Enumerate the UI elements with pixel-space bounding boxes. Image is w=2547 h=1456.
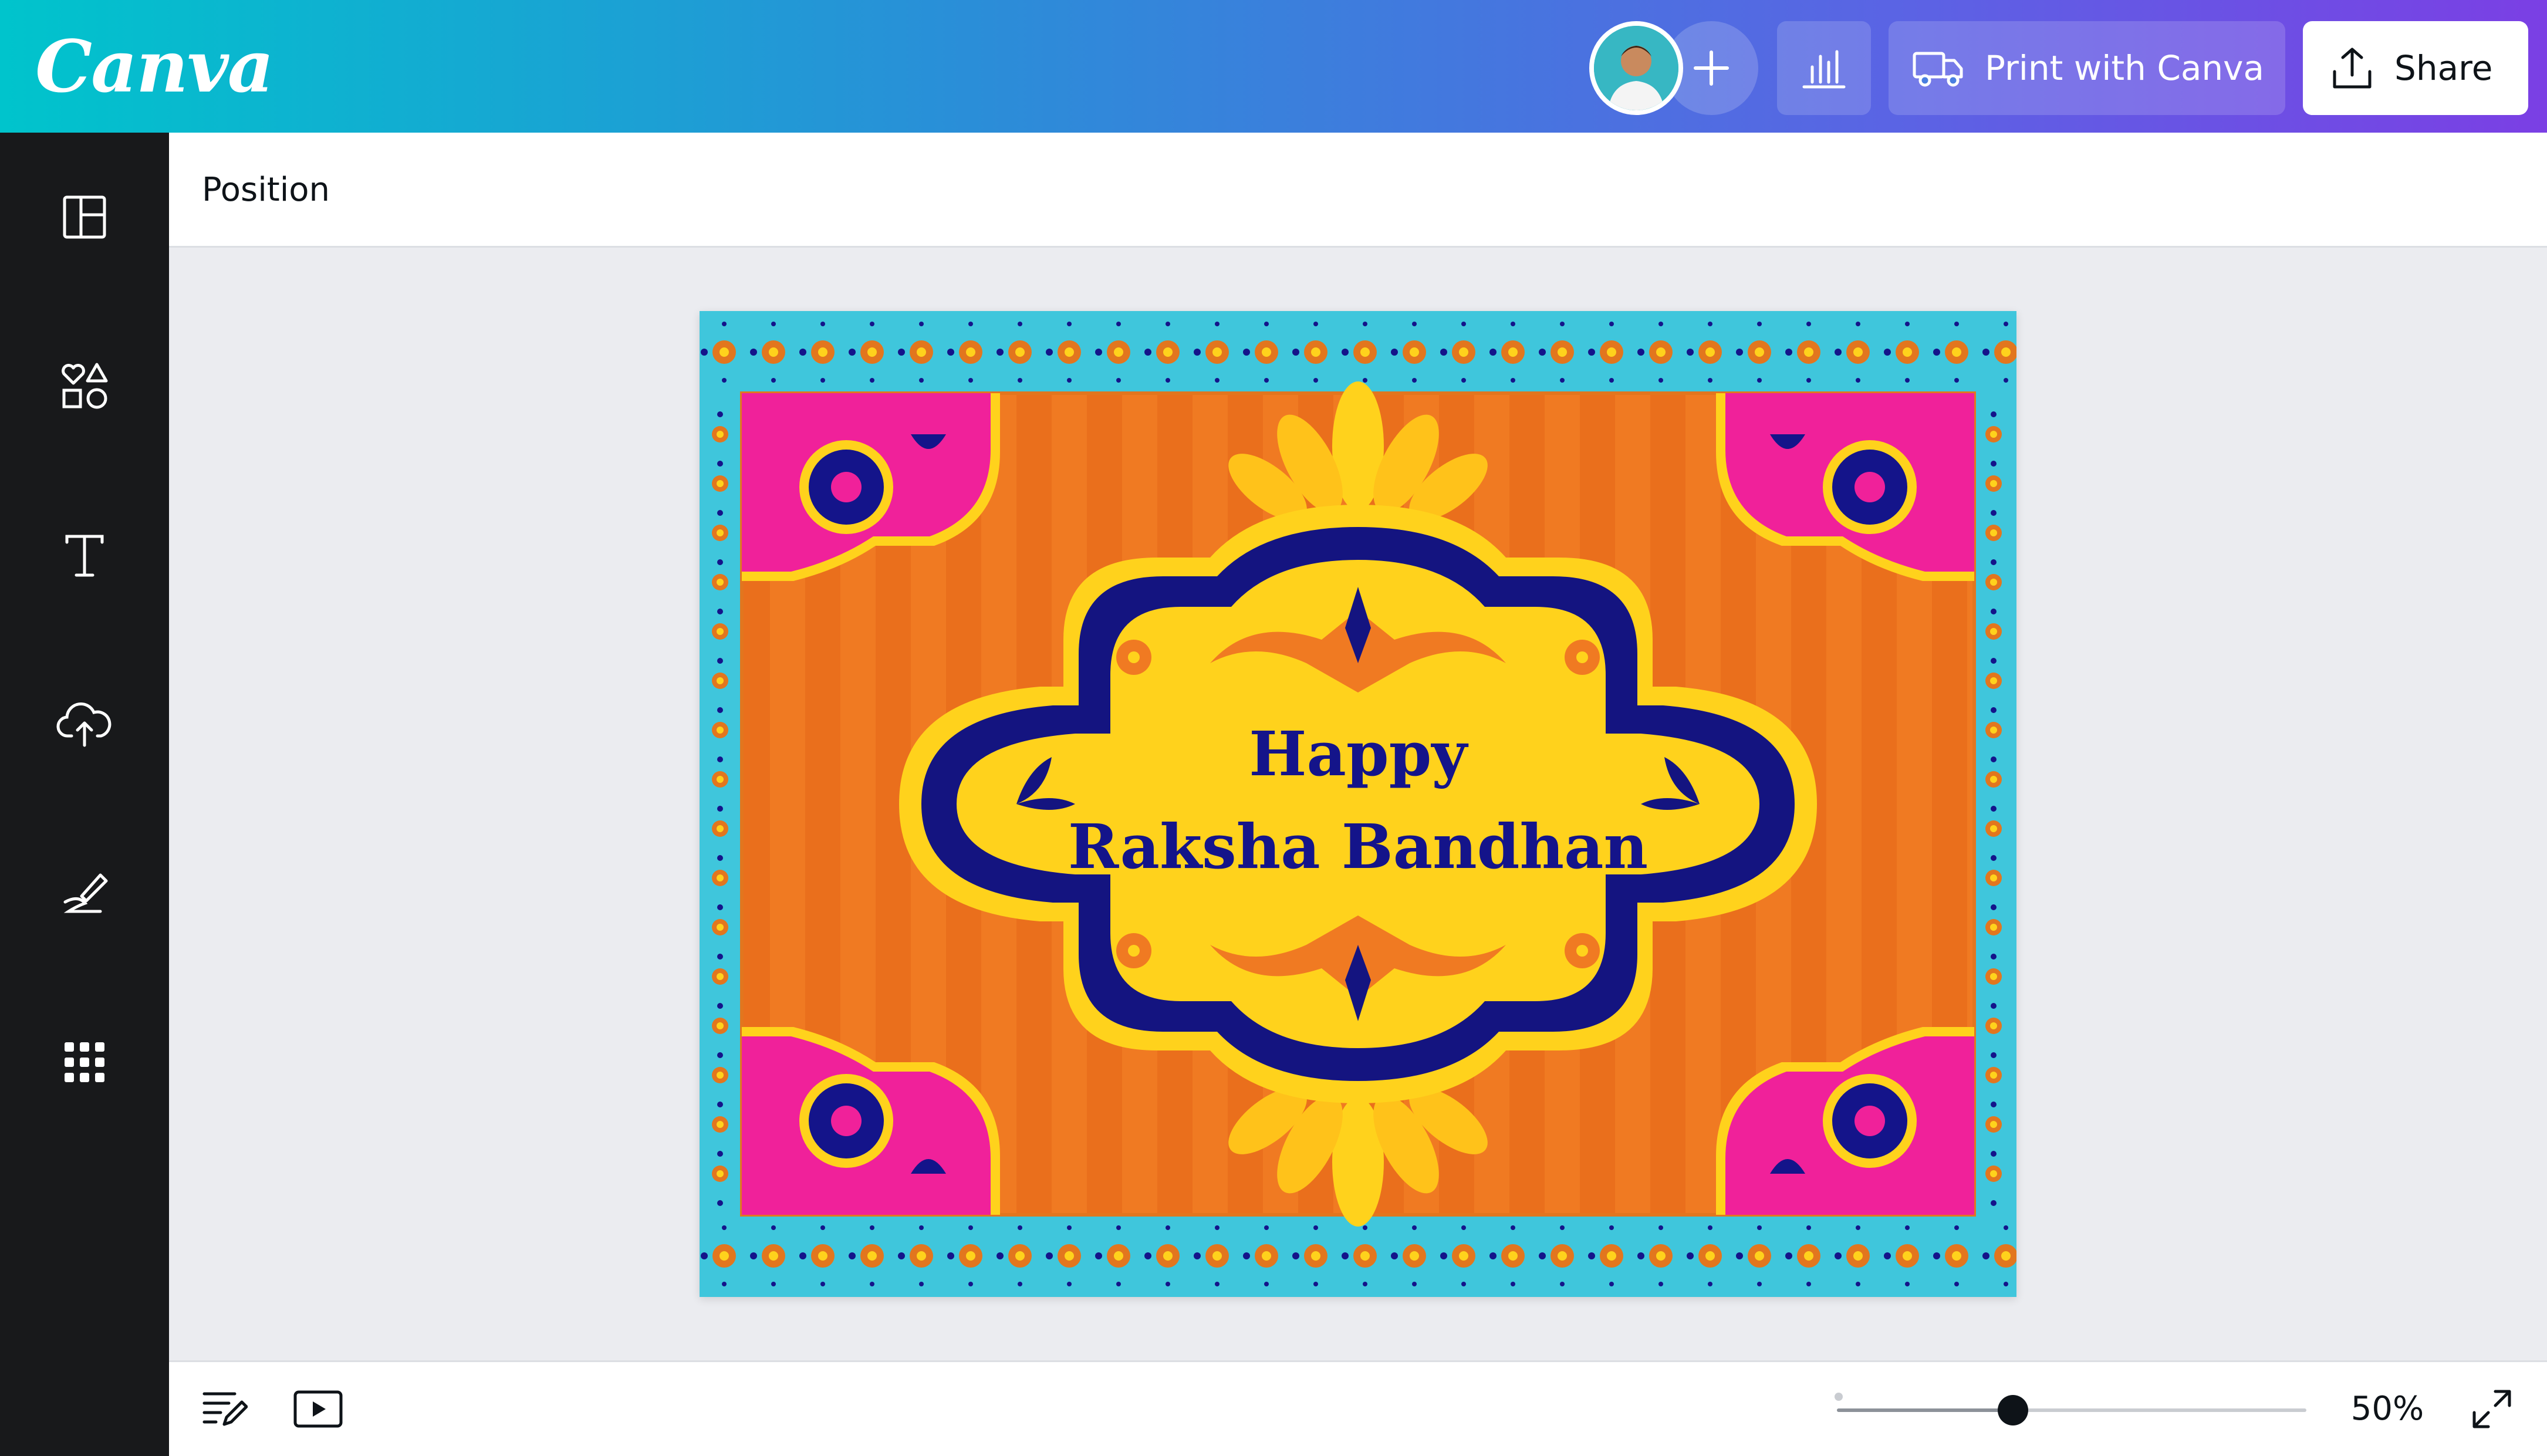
play-icon [293, 1390, 343, 1428]
sidebar-item-design[interactable] [38, 170, 131, 264]
card-heading-line2[interactable]: Raksha Bandhan [700, 809, 2016, 885]
context-toolbar: Position [169, 133, 2547, 248]
side-rail [0, 133, 169, 1456]
zoom-slider-handle[interactable] [1998, 1395, 2028, 1425]
design-page[interactable]: Happy Raksha Bandhan [700, 311, 2016, 1297]
top-bar: Canva Print with Canva Share [0, 0, 2547, 133]
sidebar-item-uploads[interactable] [38, 677, 131, 771]
truck-icon [1913, 52, 1963, 87]
user-avatar[interactable] [1589, 21, 1683, 115]
notes-icon [202, 1392, 248, 1426]
present-button[interactable] [289, 1380, 347, 1438]
position-button[interactable]: Position [192, 161, 339, 219]
bottom-bar: 50% [169, 1360, 2547, 1456]
notes-button[interactable] [195, 1380, 254, 1438]
canva-logo[interactable]: Canva [35, 18, 274, 115]
sidebar-item-text[interactable] [38, 508, 131, 602]
cloud-upload-icon [56, 702, 112, 747]
print-label: Print with Canva [1985, 48, 2265, 88]
bar-chart-icon [1802, 50, 1846, 89]
zoom-level[interactable]: 50% [2335, 1380, 2440, 1438]
pen-icon [63, 873, 108, 913]
layout-icon [63, 195, 106, 239]
card-heading-line1[interactable]: Happy [700, 716, 2016, 792]
expand-icon [2472, 1390, 2511, 1428]
sidebar-item-elements[interactable] [38, 339, 131, 433]
zoom-slider-fill [1837, 1408, 2013, 1412]
shapes-icon [62, 363, 108, 409]
insights-button[interactable] [1777, 21, 1871, 115]
grid-icon [65, 1042, 104, 1082]
fullscreen-button[interactable] [2462, 1380, 2521, 1438]
sidebar-item-draw[interactable] [38, 846, 131, 940]
sidebar-item-apps[interactable] [38, 1015, 131, 1109]
upload-icon [2333, 48, 2372, 89]
share-button[interactable]: Share [2303, 21, 2528, 115]
text-icon [65, 535, 104, 577]
print-with-canva-button[interactable]: Print with Canva [1889, 21, 2285, 115]
share-label: Share [2394, 48, 2493, 88]
plus-icon [1694, 50, 1729, 86]
raksha-bandhan-card-artwork [700, 311, 2016, 1297]
zoom-min-marker [1835, 1393, 1843, 1401]
